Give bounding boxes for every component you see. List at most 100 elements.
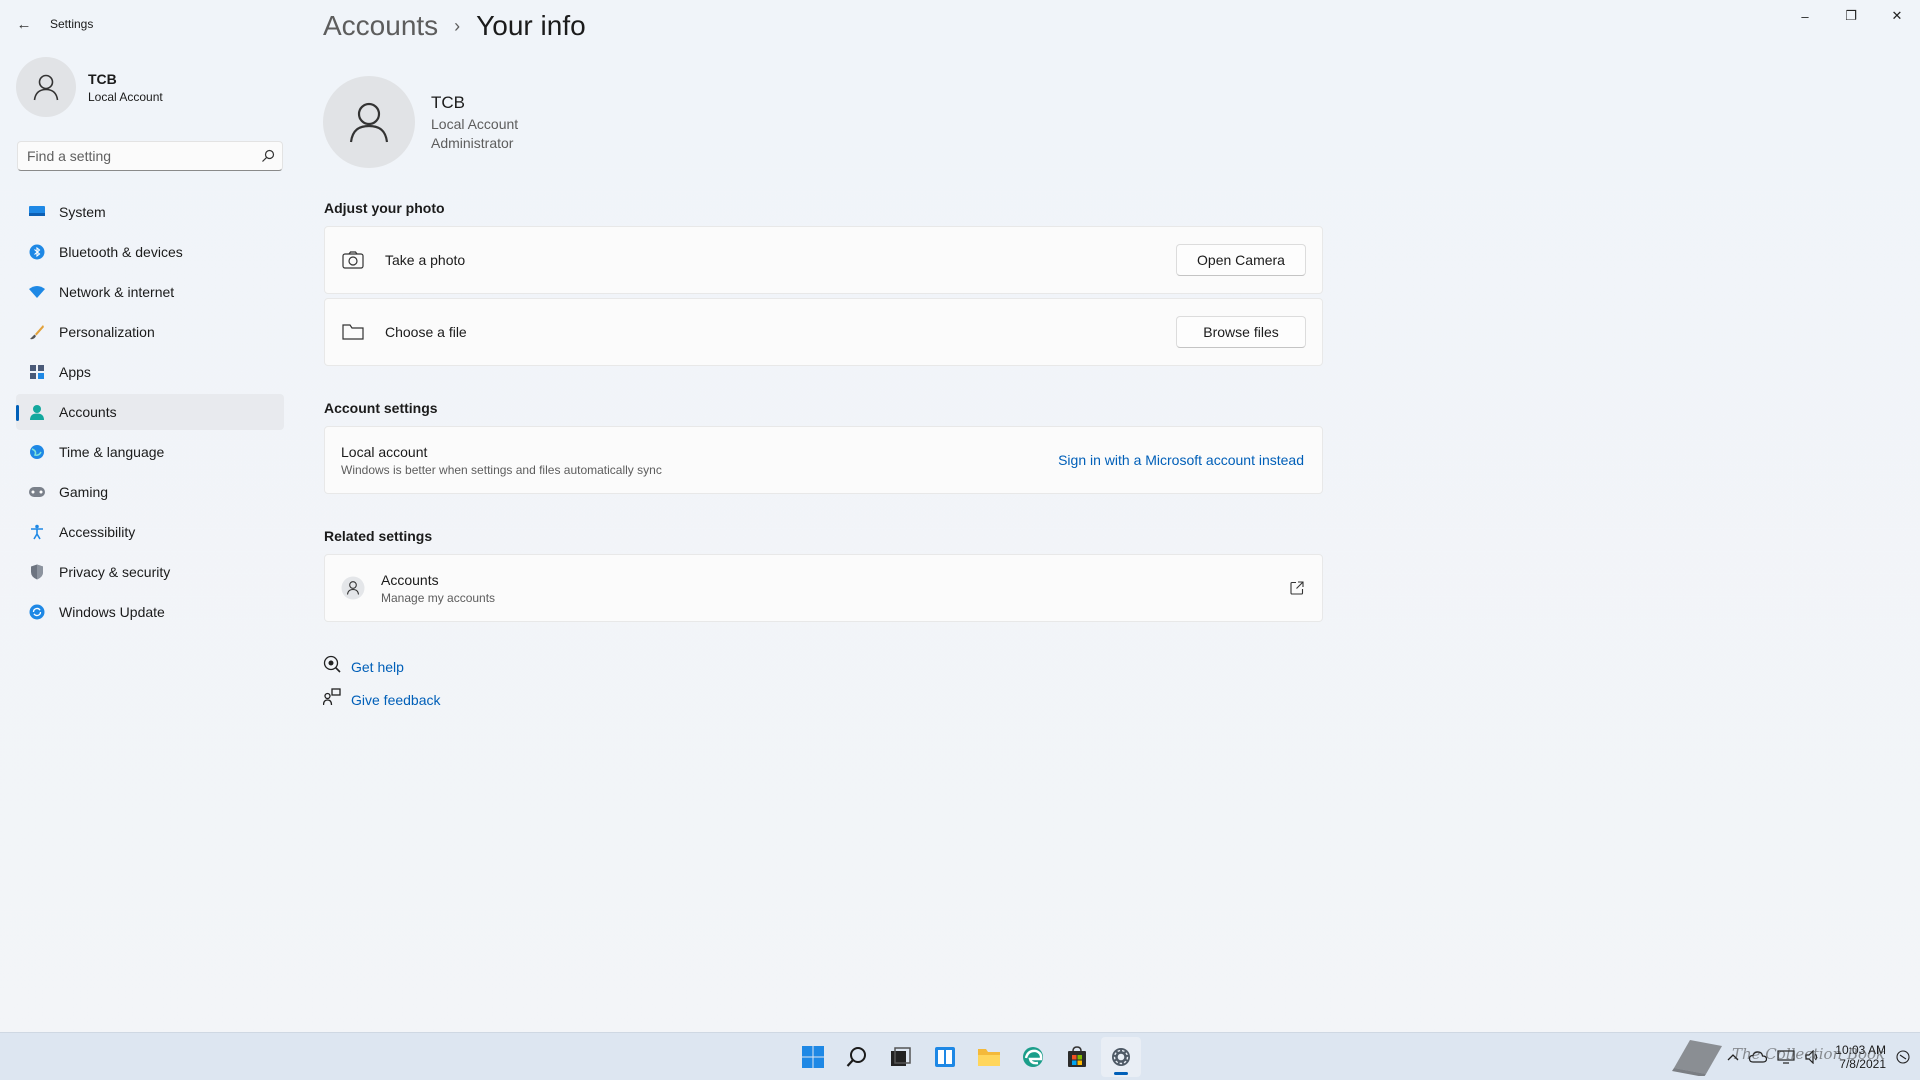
watermark-text: The Collection Book <box>1732 1045 1886 1063</box>
network-icon <box>27 282 47 302</box>
breadcrumb-chevron-icon: › <box>454 15 461 36</box>
sidebar-item-windows-update[interactable]: Windows Update <box>16 594 284 630</box>
accessibility-icon <box>27 522 47 542</box>
file-explorer-icon[interactable] <box>969 1037 1009 1077</box>
sidebar-item-label: Apps <box>59 364 91 380</box>
sidebar-item-personalization[interactable]: Personalization <box>16 314 284 350</box>
sidebar-item-label: Network & internet <box>59 284 175 300</box>
sidebar-item-label: Gaming <box>59 484 109 500</box>
book-logo-icon <box>1672 1040 1722 1076</box>
start-icon[interactable] <box>793 1037 833 1077</box>
apps-icon <box>27 362 47 382</box>
browse-files-button[interactable]: Browse files <box>1176 316 1306 348</box>
breadcrumb-accounts-link[interactable]: Accounts <box>323 10 438 42</box>
accounts-icon <box>27 402 47 422</box>
restore-button[interactable]: ❐ <box>1828 0 1874 32</box>
user-icon <box>349 102 389 143</box>
bluetooth-icon <box>27 242 47 262</box>
search-box <box>17 141 283 171</box>
give-feedback-link[interactable]: Give feedback <box>351 692 441 708</box>
sidebar-item-time-language[interactable]: Time & language <box>16 434 284 470</box>
sidebar-item-label: Privacy & security <box>59 564 171 580</box>
minimize-icon: – <box>1801 8 1809 24</box>
user-header: TCB Local Account Administrator <box>323 76 518 168</box>
taskbar: 10:03 AM 7/8/2021 <box>0 1032 1920 1080</box>
sidebar-item-gaming[interactable]: Gaming <box>16 474 284 510</box>
sidebar-item-label: System <box>59 204 106 220</box>
choose-file-label: Choose a file <box>385 324 467 340</box>
task-view-icon[interactable] <box>881 1037 921 1077</box>
restore-icon: ❐ <box>1845 8 1857 23</box>
sidebar-item-network[interactable]: Network & internet <box>16 274 284 310</box>
folder-icon <box>341 320 365 344</box>
local-account-title: Local account <box>341 443 428 460</box>
sidebar-item-bluetooth[interactable]: Bluetooth & devices <box>16 234 284 270</box>
user-icon <box>33 74 59 101</box>
sidebar-item-label: Time & language <box>59 444 165 460</box>
sidebar-item-label: Accounts <box>59 404 117 420</box>
search-input[interactable] <box>18 147 254 165</box>
sidebar-item-apps[interactable]: Apps <box>16 354 284 390</box>
search-icon[interactable] <box>254 149 282 163</box>
title-bar: ← Settings – ❐ ✕ <box>0 0 1920 48</box>
avatar <box>16 57 76 117</box>
microsoft-account-signin-link[interactable]: Sign in with a Microsoft account instead <box>1058 452 1304 468</box>
local-account-subtitle: Windows is better when settings and file… <box>341 462 662 477</box>
gamepad-icon <box>27 482 47 502</box>
related-accounts-title: Accounts <box>381 571 439 588</box>
close-icon: ✕ <box>1891 8 1903 23</box>
sidebar-item-label: Bluetooth & devices <box>59 244 183 260</box>
back-arrow-icon: ← <box>16 15 32 33</box>
window-controls: – ❐ ✕ <box>1782 0 1920 32</box>
adjust-photo-heading: Adjust your photo <box>324 200 445 216</box>
search-icon[interactable] <box>837 1037 877 1077</box>
choose-file-card: Choose a file Browse files <box>324 298 1323 366</box>
user-name: TCB <box>431 93 465 112</box>
external-link-icon[interactable] <box>1290 581 1304 595</box>
user-avatar <box>323 76 415 168</box>
back-button[interactable]: ← <box>12 12 36 36</box>
camera-icon <box>341 248 365 272</box>
local-account-card: Local account Windows is better when set… <box>324 426 1323 494</box>
get-help-row: Get help <box>323 655 404 678</box>
sidebar-item-accounts[interactable]: Accounts <box>16 394 284 430</box>
sidebar-item-accessibility[interactable]: Accessibility <box>16 514 284 550</box>
sidebar-profile: TCB Local Account <box>16 57 163 117</box>
user-role: Administrator <box>431 135 514 151</box>
taskbar-apps <box>793 1037 1145 1077</box>
notification-icon[interactable] <box>1896 1050 1910 1064</box>
system-icon <box>27 202 47 222</box>
sidebar-item-privacy-security[interactable]: Privacy & security <box>16 554 284 590</box>
take-photo-label: Take a photo <box>385 252 466 268</box>
shield-icon <box>27 562 47 582</box>
feedback-icon <box>322 688 341 711</box>
update-icon <box>27 602 47 622</box>
give-feedback-row: Give feedback <box>322 688 441 711</box>
related-accounts-subtitle: Manage my accounts <box>381 590 496 605</box>
breadcrumb: Accounts › Your info <box>323 10 586 42</box>
user-account-type: Local Account <box>431 116 519 132</box>
globe-icon <box>27 442 47 462</box>
profile-account-type: Local Account <box>88 89 163 104</box>
sidebar-item-label: Windows Update <box>59 604 165 620</box>
edge-icon[interactable] <box>1013 1037 1053 1077</box>
profile-name: TCB <box>88 70 117 87</box>
related-settings-heading: Related settings <box>324 528 433 544</box>
store-icon[interactable] <box>1057 1037 1097 1077</box>
sidebar-item-label: Personalization <box>59 324 155 340</box>
get-help-link[interactable]: Get help <box>351 659 404 675</box>
brush-icon <box>27 322 47 342</box>
related-accounts-card[interactable]: Accounts Manage my accounts <box>324 554 1323 622</box>
open-camera-button[interactable]: Open Camera <box>1176 244 1306 276</box>
take-photo-card: Take a photo Open Camera <box>324 226 1323 294</box>
sidebar-nav: System Bluetooth & devices Network & int… <box>16 194 284 634</box>
close-button[interactable]: ✕ <box>1874 0 1920 32</box>
widgets-icon[interactable] <box>925 1037 965 1077</box>
help-icon <box>323 655 341 678</box>
account-settings-heading: Account settings <box>324 400 438 416</box>
person-icon <box>341 576 365 600</box>
sidebar-item-label: Accessibility <box>59 524 136 540</box>
minimize-button[interactable]: – <box>1782 0 1828 32</box>
sidebar-item-system[interactable]: System <box>16 194 284 230</box>
settings-icon[interactable] <box>1101 1037 1141 1077</box>
